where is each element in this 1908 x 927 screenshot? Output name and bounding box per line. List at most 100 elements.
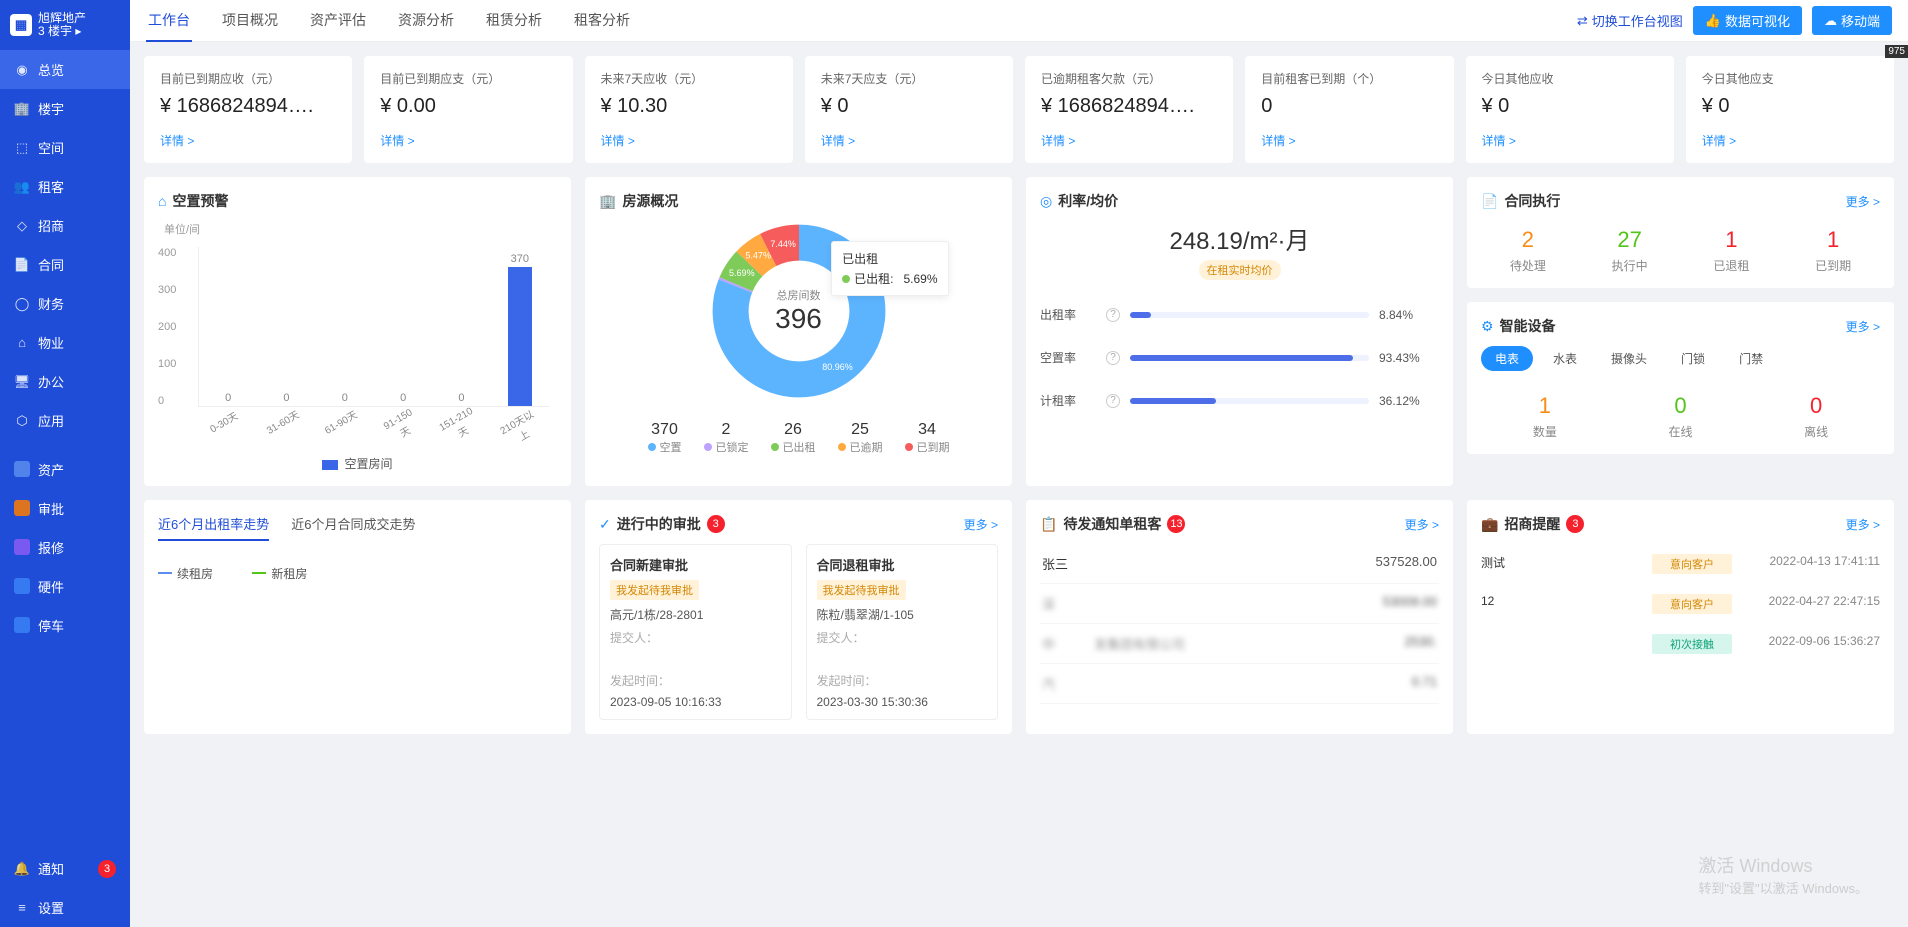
panel-rooms: 🏢 房源概况 80.96%5.69%5.47%7.44% 总房间数 396 已出… <box>585 177 1012 486</box>
nav-icon-6: ◯ <box>14 296 30 312</box>
sidebar-item-6[interactable]: ◯财务 <box>0 284 130 323</box>
brand-line2: 3 楼宇 ▸ <box>38 25 86 38</box>
sidebar-item-4[interactable]: ◇招商 <box>0 206 130 245</box>
panel-approvals: ✓ 进行中的审批 3 更多 > 合同新建审批 我发起待我审批 高元/1栋/28-… <box>585 500 1012 734</box>
smart-chip-0[interactable]: 电表 <box>1481 346 1533 371</box>
smart-chip-1[interactable]: 水表 <box>1539 346 1591 371</box>
nav-icon-7: ⌂ <box>14 335 30 350</box>
kpi-detail-2[interactable]: 详情 > <box>601 132 777 149</box>
approval-card-0[interactable]: 合同新建审批 我发起待我审批 高元/1栋/28-2801 提交人： 发起时间： … <box>599 544 792 720</box>
kpi-detail-0[interactable]: 详情 > <box>160 132 336 149</box>
tab-2[interactable]: 资产评估 <box>308 0 368 42</box>
nav-icon-1: 🏢 <box>14 101 30 117</box>
mobile-button[interactable]: ☁ 移动端 <box>1812 6 1892 35</box>
kpi-detail-4[interactable]: 详情 > <box>1041 132 1217 149</box>
kpi-card-2: 未来7天应收（元） ¥ 10.30 详情 > <box>585 56 793 163</box>
list-icon: 📋 <box>1040 516 1057 533</box>
panel-rate: ◎ 利率/均价 248.19/m²·月 在租实时均价 出租率? 8.84%空置率… <box>1026 177 1453 486</box>
nav-icon-9: ⬡ <box>14 413 30 429</box>
check-icon: ✓ <box>599 516 611 533</box>
tenants-badge: 13 <box>1167 515 1185 533</box>
switch-icon: ⇄ <box>1577 13 1588 29</box>
contract-more[interactable]: 更多 > <box>1846 193 1880 210</box>
data-viz-button[interactable]: 👍 数据可视化 <box>1693 6 1802 35</box>
sidebar-item-1[interactable]: 🏢楼宇 <box>0 89 130 128</box>
kpi-detail-3[interactable]: 详情 > <box>821 132 997 149</box>
tenant-row-2[interactable]: 中 发集团有限公司2530. <box>1040 624 1439 664</box>
tab-4[interactable]: 租赁分析 <box>484 0 544 42</box>
sidebar-item-8[interactable]: 🖥办公 <box>0 362 130 401</box>
panel-rooms-title: 房源概况 <box>622 191 678 211</box>
trend-tab-1[interactable]: 近6个月合同成交走势 <box>291 514 415 541</box>
reminds-badge: 3 <box>1566 515 1584 533</box>
trend-tab-0[interactable]: 近6个月出租率走势 <box>158 514 269 541</box>
nav-icon-2: ⬚ <box>14 140 30 156</box>
tenant-row-1[interactable]: 深53009.00 <box>1040 584 1439 624</box>
switch-view-link[interactable]: ⇄ 切换工作台视图 <box>1577 11 1683 30</box>
sub-icon-4 <box>14 617 30 633</box>
rooms-donut-chart: 80.96%5.69%5.47%7.44% 总房间数 396 已出租 已出租: … <box>709 221 889 401</box>
donut-tooltip: 已出租 已出租: 5.69% <box>831 241 948 296</box>
vacancy-bar-chart: 4003002001000 00000370 0-30天31-60天61-90天… <box>158 237 557 437</box>
cloud-icon: ☁ <box>1824 13 1837 29</box>
sidebar-item-0[interactable]: ◉总览 <box>0 50 130 89</box>
help-icon[interactable]: ? <box>1106 394 1120 408</box>
kpi-card-1: 目前已到期应支（元） ¥ 0.00 详情 > <box>364 56 572 163</box>
sidebar-sub-1[interactable]: 审批 <box>0 489 130 528</box>
kpi-card-7: 今日其他应支 ¥ 0 详情 > <box>1686 56 1894 163</box>
remind-row-0[interactable]: 测试意向客户2022-04-13 17:41:11 <box>1481 544 1880 584</box>
reminds-more[interactable]: 更多 > <box>1846 516 1880 533</box>
help-icon[interactable]: ? <box>1106 351 1120 365</box>
sidebar-sub-0[interactable]: 资产 <box>0 450 130 489</box>
trend-legend: 续租房 新租房 <box>158 563 557 582</box>
sidebar-item-9[interactable]: ⬡应用 <box>0 401 130 440</box>
tenants-more[interactable]: 更多 > <box>1405 516 1439 533</box>
nav-icon-5: 📄 <box>14 257 30 273</box>
panel-reminds: 💼 招商提醒 3 更多 > 测试意向客户2022-04-13 17:41:111… <box>1467 500 1894 734</box>
sidebar-item-7[interactable]: ⌂物业 <box>0 323 130 362</box>
kpi-detail-1[interactable]: 详情 > <box>380 132 556 149</box>
brand[interactable]: ▦ 旭辉地产 3 楼宇 ▸ <box>0 0 130 50</box>
notice-badge: 3 <box>98 860 116 878</box>
approvals-badge: 3 <box>707 515 725 533</box>
remind-row-2[interactable]: 初次接触2022-09-06 15:36:27 <box>1481 624 1880 664</box>
smart-chip-4[interactable]: 门禁 <box>1725 346 1777 371</box>
kpi-detail-7[interactable]: 详情 > <box>1702 132 1878 149</box>
smart-chip-2[interactable]: 摄像头 <box>1597 346 1661 371</box>
kpi-detail-5[interactable]: 详情 > <box>1261 132 1437 149</box>
sub-icon-0 <box>14 461 30 477</box>
nav-icon-3: 👥 <box>14 179 30 195</box>
sidebar-item-5[interactable]: 📄合同 <box>0 245 130 284</box>
tenant-row-0[interactable]: 张三537528.00 <box>1040 544 1439 584</box>
sidebar-sub-4[interactable]: 停车 <box>0 606 130 645</box>
building-icon: 🏢 <box>599 193 616 210</box>
bell-icon: 🔔 <box>14 861 30 877</box>
help-icon[interactable]: ? <box>1106 308 1120 322</box>
panel-vacancy-title: 空置预警 <box>172 191 228 211</box>
sidebar-notice[interactable]: 🔔 通知 3 <box>0 849 130 888</box>
sidebar-settings[interactable]: ≡ 设置 <box>0 888 130 927</box>
remind-row-1[interactable]: 12意向客户2022-04-27 22:47:15 <box>1481 584 1880 624</box>
kpi-detail-6[interactable]: 详情 > <box>1482 132 1658 149</box>
sidebar-sub-2[interactable]: 报修 <box>0 528 130 567</box>
kpi-card-0: 目前已到期应收（元） ¥ 1686824894…. 详情 > <box>144 56 352 163</box>
tab-5[interactable]: 租客分析 <box>572 0 632 42</box>
tenant-row-3[interactable]: 汽0.71 <box>1040 664 1439 704</box>
tab-1[interactable]: 项目概况 <box>220 0 280 42</box>
topbar: 工作台项目概况资产评估资源分析租赁分析租客分析 ⇄ 切换工作台视图 👍 数据可视… <box>130 0 1908 42</box>
panel-contract: 📄 合同执行 更多 > 2待处理27执行中1已退租1已到期 <box>1467 177 1894 288</box>
panel-vacancy: ⌂ 空置预警 单位/间 4003002001000 00000370 0-30天… <box>144 177 571 486</box>
nav-icon-0: ◉ <box>14 62 30 78</box>
tab-0[interactable]: 工作台 <box>146 0 192 42</box>
side-ribbon: 975 <box>1885 45 1908 58</box>
sidebar-sub-3[interactable]: 硬件 <box>0 567 130 606</box>
tab-3[interactable]: 资源分析 <box>396 0 456 42</box>
approvals-more[interactable]: 更多 > <box>964 516 998 533</box>
thumb-icon: 👍 <box>1705 13 1721 29</box>
sidebar-item-3[interactable]: 👥租客 <box>0 167 130 206</box>
panel-smart: ⚙ 智能设备 更多 > 电表水表摄像头门锁门禁 1数量0在线0离线 <box>1467 302 1894 454</box>
smart-more[interactable]: 更多 > <box>1846 318 1880 335</box>
smart-chip-3[interactable]: 门锁 <box>1667 346 1719 371</box>
sidebar-item-2[interactable]: ⬚空间 <box>0 128 130 167</box>
approval-card-1[interactable]: 合同退租审批 我发起待我审批 陈粒/翡翠湖/1-105 提交人： 发起时间： 2… <box>806 544 999 720</box>
